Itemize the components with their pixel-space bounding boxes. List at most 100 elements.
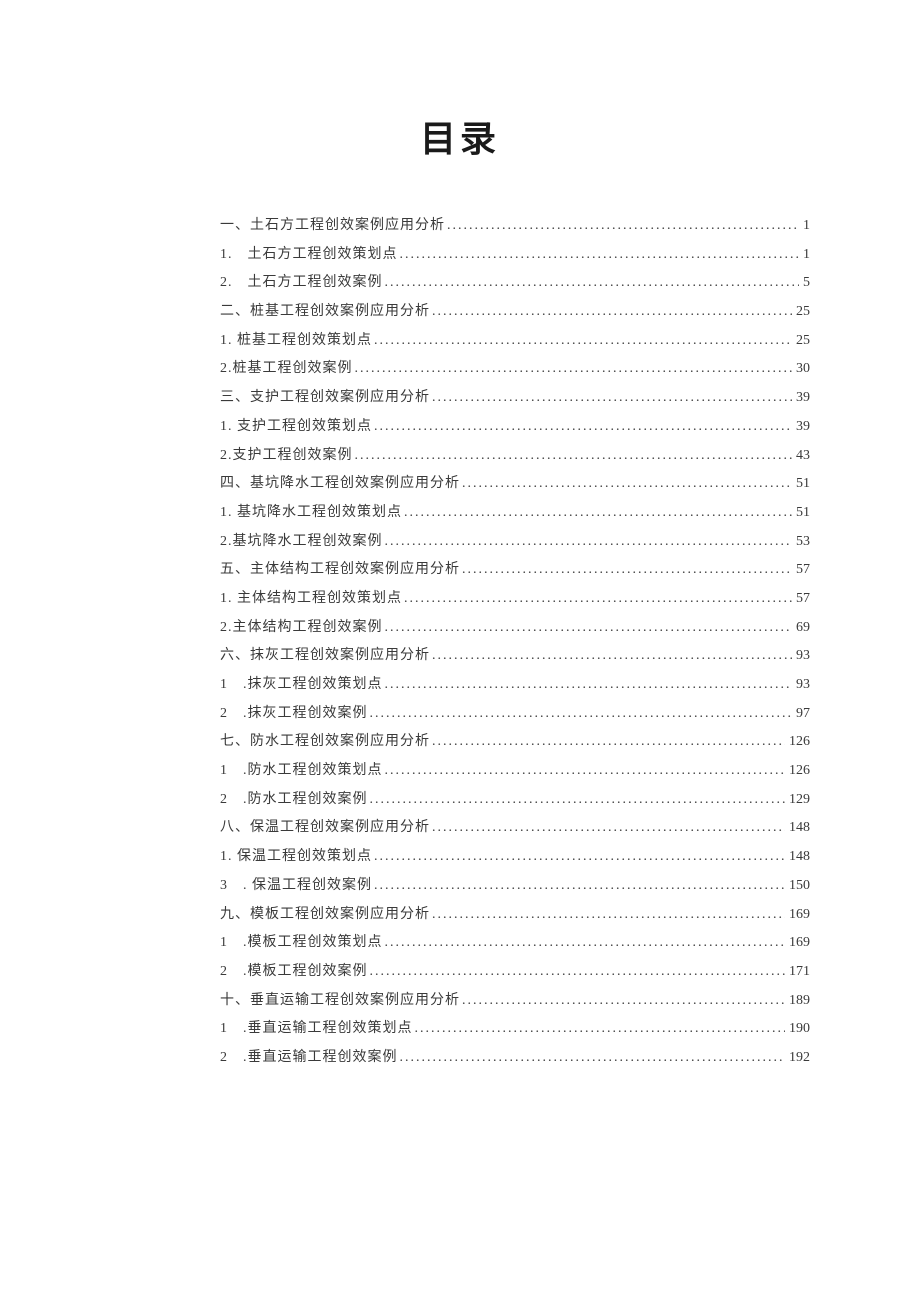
- toc-entry: 1 .模板工程创效策划点169: [220, 929, 810, 958]
- toc-leader-dots: [353, 442, 793, 471]
- toc-entry-page: 1: [799, 212, 810, 241]
- toc-entry-label: 1. 桩基工程创效策划点: [220, 327, 372, 356]
- toc-entry: 八、保温工程创效案例应用分析148: [220, 814, 810, 843]
- toc-entry-label: 1 .垂直运输工程创效策划点: [220, 1015, 413, 1044]
- toc-entry: 3 . 保温工程创效案例 150: [220, 872, 810, 901]
- toc-entry-label: 1 .模板工程创效策划点: [220, 929, 383, 958]
- toc-entry-page: 51: [792, 499, 810, 528]
- toc-entry-page: 93: [792, 642, 810, 671]
- toc-entry-page: 57: [792, 556, 810, 585]
- toc-entry-label: 九、模板工程创效案例应用分析: [220, 901, 430, 930]
- toc-entry-page: 171: [785, 958, 810, 987]
- toc-entry: 2.主体结构工程创效案例 69: [220, 614, 810, 643]
- toc-entry-page: 25: [792, 327, 810, 356]
- toc-entry-page: 148: [785, 843, 810, 872]
- toc-entry: 一、土石方工程创效案例应用分析 1: [220, 212, 810, 241]
- toc-entry-label: 四、基坑降水工程创效案例应用分析: [220, 470, 460, 499]
- toc-entry: 2 .防水工程创效案例 129: [220, 786, 810, 815]
- toc-entry-page: 69: [792, 614, 810, 643]
- toc-entry-label: 3 . 保温工程创效案例: [220, 872, 372, 901]
- toc-leader-dots: [398, 1044, 786, 1073]
- toc-entry-page: 148: [785, 814, 810, 843]
- toc-entry-label: 2 .防水工程创效案例: [220, 786, 368, 815]
- toc-entry-label: 1. 基坑降水工程创效策划点: [220, 499, 402, 528]
- toc-leader-dots: [368, 786, 786, 815]
- toc-leader-dots: [383, 269, 800, 298]
- toc-leader-dots: [372, 413, 792, 442]
- table-of-contents: 一、土石方工程创效案例应用分析11. 土石方工程创效策划点12. 土石方工程创效…: [110, 212, 810, 1073]
- toc-entry: 1. 支护工程创效策划点 39: [220, 413, 810, 442]
- toc-entry-label: 六、抹灰工程创效案例应用分析: [220, 642, 430, 671]
- toc-leader-dots: [413, 1015, 786, 1044]
- toc-entry-page: 39: [792, 384, 810, 413]
- toc-entry: 五、主体结构工程创效案例应用分析 57: [220, 556, 810, 585]
- toc-entry: 四、基坑降水工程创效案例应用分析 51: [220, 470, 810, 499]
- toc-entry: 1. 保温工程创效策划点 148: [220, 843, 810, 872]
- toc-entry-label: 二、桩基工程创效案例应用分析: [220, 298, 430, 327]
- toc-leader-dots: [402, 585, 792, 614]
- toc-entry-page: 97: [792, 700, 810, 729]
- toc-entry-label: 1. 支护工程创效策划点: [220, 413, 372, 442]
- toc-entry: 2.基坑降水工程创效案例53: [220, 528, 810, 557]
- toc-leader-dots: [398, 241, 800, 270]
- toc-entry-page: 192: [785, 1044, 810, 1073]
- toc-entry-page: 5: [799, 269, 810, 298]
- toc-entry: 九、模板工程创效案例应用分析 169: [220, 901, 810, 930]
- toc-entry-label: 2 .模板工程创效案例: [220, 958, 368, 987]
- toc-entry: 1 .防水工程创效策划点 126: [220, 757, 810, 786]
- toc-entry: 2.支护工程创效案例 43: [220, 442, 810, 471]
- toc-entry: 1. 主体结构工程创效策划点 57: [220, 585, 810, 614]
- toc-leader-dots: [430, 298, 792, 327]
- toc-entry-page: 93: [792, 671, 810, 700]
- toc-entry: 1. 桩基工程创效策划点 25: [220, 327, 810, 356]
- toc-leader-dots: [460, 556, 792, 585]
- toc-entry-label: 1. 保温工程创效策划点: [220, 843, 372, 872]
- toc-entry: 1 .抹灰工程创效策划点 93: [220, 671, 810, 700]
- toc-entry-label: 1 .防水工程创效策划点: [220, 757, 383, 786]
- toc-entry-page: 190: [785, 1015, 810, 1044]
- toc-entry-page: 25: [792, 298, 810, 327]
- toc-entry-page: 126: [785, 757, 810, 786]
- page-title: 目录: [110, 110, 810, 162]
- toc-leader-dots: [460, 987, 785, 1016]
- toc-entry-page: 51: [792, 470, 810, 499]
- toc-leader-dots: [430, 642, 792, 671]
- toc-leader-dots: [430, 814, 785, 843]
- toc-entry-label: 1 .抹灰工程创效策划点: [220, 671, 383, 700]
- toc-leader-dots: [460, 470, 792, 499]
- toc-entry-label: 2.支护工程创效案例: [220, 442, 353, 471]
- toc-leader-dots: [430, 901, 785, 930]
- toc-entry-page: 30: [792, 355, 810, 384]
- toc-entry-page: 1: [799, 241, 810, 270]
- toc-entry-page: 189: [785, 987, 810, 1016]
- toc-leader-dots: [372, 327, 792, 356]
- toc-entry: 1. 基坑降水工程创效策划点 51: [220, 499, 810, 528]
- toc-entry-label: 一、土石方工程创效案例应用分析: [220, 212, 445, 241]
- toc-entry-page: 150: [785, 872, 810, 901]
- toc-entry: 六、抹灰工程创效案例应用分析 93: [220, 642, 810, 671]
- toc-entry-page: 39: [792, 413, 810, 442]
- toc-entry: 七、防水工程创效案例应用分析 126: [220, 728, 810, 757]
- toc-entry-label: 1. 主体结构工程创效策划点: [220, 585, 402, 614]
- toc-entry-page: 53: [792, 528, 810, 557]
- toc-entry-page: 43: [792, 442, 810, 471]
- toc-entry-label: 2 .垂直运输工程创效案例: [220, 1044, 398, 1073]
- toc-entry: 2 .模板工程创效案例 171: [220, 958, 810, 987]
- toc-leader-dots: [402, 499, 792, 528]
- toc-entry-label: 2. 土石方工程创效案例: [220, 269, 383, 298]
- toc-entry: 2. 土石方工程创效案例 5: [220, 269, 810, 298]
- toc-leader-dots: [383, 528, 793, 557]
- toc-entry-page: 169: [785, 901, 810, 930]
- toc-entry-label: 七、防水工程创效案例应用分析: [220, 728, 430, 757]
- toc-entry: 1 .垂直运输工程创效策划点 190: [220, 1015, 810, 1044]
- toc-entry-label: 五、主体结构工程创效案例应用分析: [220, 556, 460, 585]
- toc-entry-page: 57: [792, 585, 810, 614]
- toc-entry: 十、垂直运输工程创效案例应用分析189: [220, 987, 810, 1016]
- toc-entry-page: 129: [785, 786, 810, 815]
- toc-entry-page: 126: [785, 728, 810, 757]
- toc-leader-dots: [368, 700, 793, 729]
- toc-entry-label: 2.主体结构工程创效案例: [220, 614, 383, 643]
- toc-entry: 2 .垂直运输工程创效案例 192: [220, 1044, 810, 1073]
- toc-leader-dots: [383, 614, 793, 643]
- toc-entry-label: 2.桩基工程创效案例: [220, 355, 353, 384]
